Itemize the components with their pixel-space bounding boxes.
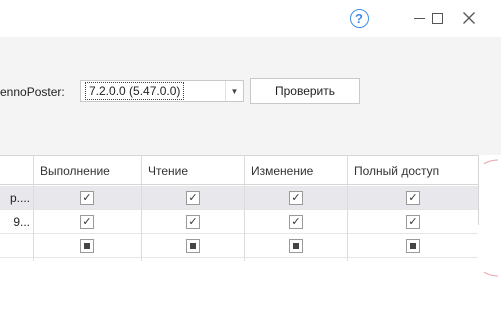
permission-cell: ✓ bbox=[173, 186, 213, 210]
permission-checkbox[interactable]: ✓ bbox=[186, 191, 200, 205]
permission-checkbox[interactable]: ✓ bbox=[406, 215, 420, 229]
column-header-execute[interactable]: Выполнение bbox=[34, 156, 110, 185]
checkmark-icon: ✓ bbox=[82, 215, 92, 228]
table-header: Выполнение Чтение Изменение Полный досту… bbox=[0, 155, 478, 185]
permission-cell bbox=[276, 234, 316, 258]
permission-checkbox[interactable]: ✓ bbox=[289, 215, 303, 229]
permission-cell: ✓ bbox=[67, 186, 107, 210]
close-button[interactable] bbox=[454, 0, 484, 36]
permission-checkbox[interactable] bbox=[80, 239, 94, 253]
maximize-button[interactable] bbox=[424, 0, 450, 36]
permission-checkbox[interactable]: ✓ bbox=[186, 215, 200, 229]
permission-cell bbox=[67, 234, 107, 258]
permission-checkbox[interactable]: ✓ bbox=[289, 191, 303, 205]
version-row: ennoPoster: 7.2.0.0 (5.47.0.0) ▼ Провери… bbox=[0, 78, 501, 104]
permission-checkbox[interactable]: ✓ bbox=[406, 191, 420, 205]
checkmark-icon: ✓ bbox=[291, 191, 301, 204]
decorative-circle-arc bbox=[484, 159, 499, 277]
checkmark-icon: ✓ bbox=[408, 215, 418, 228]
indeterminate-icon bbox=[293, 243, 299, 249]
checkmark-icon: ✓ bbox=[408, 191, 418, 204]
table-row[interactable] bbox=[0, 234, 478, 258]
indeterminate-icon bbox=[190, 243, 196, 249]
row-name bbox=[0, 234, 34, 258]
table-row[interactable]: р.... ✓ ✓ ✓ ✓ bbox=[0, 186, 478, 210]
close-icon bbox=[463, 12, 475, 24]
column-header-read[interactable]: Чтение bbox=[142, 156, 188, 185]
permission-cell: ✓ bbox=[276, 186, 316, 210]
permission-cell: ✓ bbox=[276, 210, 316, 234]
column-divider bbox=[33, 155, 34, 261]
permission-checkbox[interactable]: ✓ bbox=[80, 215, 94, 229]
permission-cell: ✓ bbox=[393, 210, 433, 234]
permission-cell bbox=[173, 234, 213, 258]
table-row[interactable]: 9... ✓ ✓ ✓ ✓ bbox=[0, 210, 478, 234]
column-divider bbox=[347, 155, 348, 261]
indeterminate-icon bbox=[84, 243, 90, 249]
checkmark-icon: ✓ bbox=[188, 215, 198, 228]
permissions-table: Выполнение Чтение Изменение Полный досту… bbox=[0, 155, 501, 309]
chevron-down-icon[interactable]: ▼ bbox=[225, 81, 243, 101]
permission-checkbox[interactable]: ✓ bbox=[80, 191, 94, 205]
permission-checkbox[interactable] bbox=[289, 239, 303, 253]
column-header-full-access[interactable]: Полный доступ bbox=[348, 156, 439, 185]
help-button[interactable]: ? bbox=[345, 0, 373, 36]
column-header-modify[interactable]: Изменение bbox=[245, 156, 313, 185]
help-icon: ? bbox=[349, 8, 369, 28]
permission-cell bbox=[393, 234, 433, 258]
row-name: р.... bbox=[9, 191, 30, 205]
permission-checkbox[interactable] bbox=[406, 239, 420, 253]
version-dropdown-value: 7.2.0.0 (5.47.0.0) bbox=[85, 82, 185, 100]
permission-cell: ✓ bbox=[173, 210, 213, 234]
row-name: 9... bbox=[13, 215, 30, 229]
checkmark-icon: ✓ bbox=[188, 191, 198, 204]
version-dropdown[interactable]: 7.2.0.0 (5.47.0.0) ▼ bbox=[80, 80, 244, 102]
permission-checkbox[interactable] bbox=[186, 239, 200, 253]
maximize-icon bbox=[431, 12, 443, 24]
table-right-border bbox=[478, 155, 479, 225]
version-label: ennoPoster: bbox=[0, 85, 65, 99]
column-divider bbox=[244, 155, 245, 261]
check-button[interactable]: Проверить bbox=[250, 78, 360, 104]
checkmark-icon: ✓ bbox=[291, 215, 301, 228]
column-divider bbox=[141, 155, 142, 261]
permission-cell: ✓ bbox=[393, 186, 433, 210]
title-bar: ? bbox=[0, 0, 501, 36]
indeterminate-icon bbox=[410, 243, 416, 249]
checkmark-icon: ✓ bbox=[82, 191, 92, 204]
permission-cell: ✓ bbox=[67, 210, 107, 234]
minimize-icon bbox=[413, 17, 425, 19]
